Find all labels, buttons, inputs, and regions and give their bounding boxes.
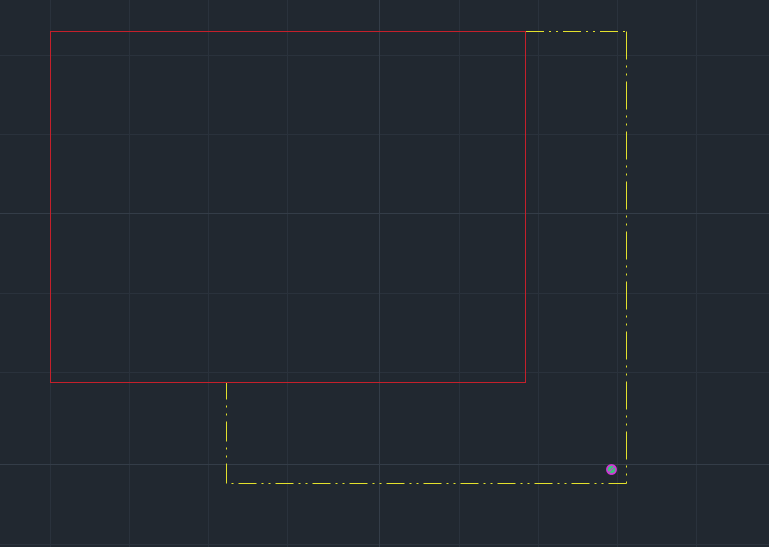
yellow-polyline[interactable] [225,30,628,485]
drawing-viewport[interactable] [0,0,769,547]
snap-marker-icon[interactable] [606,464,617,475]
drawing-canvas[interactable] [0,0,769,547]
major-grid [0,0,769,547]
